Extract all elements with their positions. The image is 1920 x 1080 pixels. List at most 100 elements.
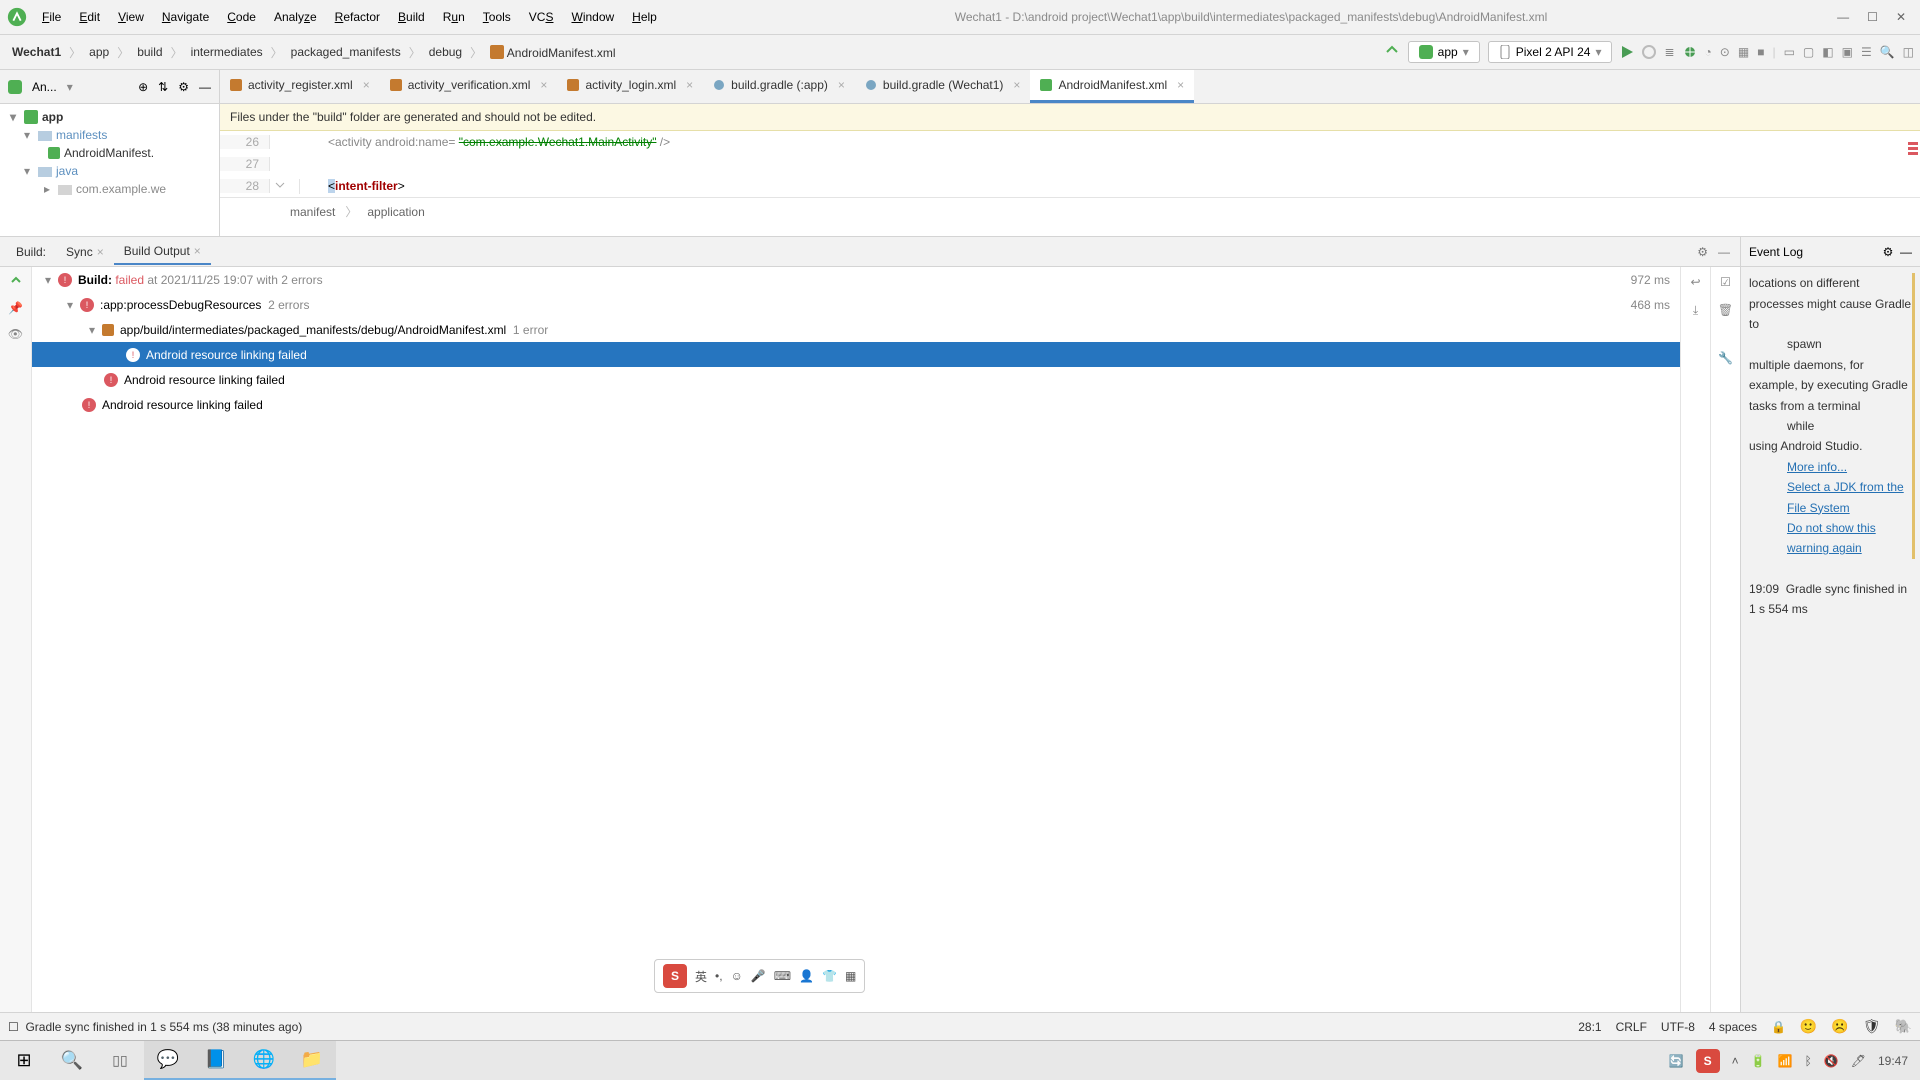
search-button[interactable]: 🔍 [48,1041,96,1080]
code-line-26[interactable]: <activity android:name= "com.example.Wec… [300,135,670,149]
eventlog-content[interactable]: locations on different processes might c… [1741,267,1920,1012]
crumb-debug[interactable]: debug [423,41,468,63]
feedback-sad-icon[interactable]: ☹️ [1831,1018,1848,1035]
tray-sogou-ime-icon[interactable]: S [1696,1049,1720,1073]
run-config-selector[interactable]: app ▾ [1408,41,1480,63]
tab-activity-verification[interactable]: activity_verification.xml× [380,70,558,103]
tray-clock[interactable]: 19:47 [1878,1054,1908,1068]
ime-person-icon[interactable]: 👤 [799,969,814,983]
tab-build-gradle-root[interactable]: build.gradle (Wechat1)× [855,70,1031,103]
tray-bluetooth-icon[interactable]: ᛒ [1805,1054,1812,1068]
search-everywhere-icon[interactable]: 🔍 [1880,45,1895,59]
more-run-icon[interactable]: ▦ [1738,45,1749,59]
tree-app[interactable]: app [42,110,63,124]
close-tab-icon[interactable]: × [1177,78,1184,92]
profile-icon[interactable]: ◔ [1705,45,1712,59]
device-file-icon[interactable]: ☰ [1861,45,1872,59]
soft-wrap-icon[interactable]: ↩ [1690,275,1700,289]
select-jdk-link[interactable]: Select a JDK from the File System [1787,480,1904,514]
build-output-tree[interactable]: ▾! Build: failed at 2021/11/25 19:07 wit… [32,267,1680,1012]
ime-emoji-icon[interactable]: ☺ [731,969,743,983]
ime-toolbox-icon[interactable]: ▦ [845,969,856,983]
close-tab-icon[interactable]: × [838,78,845,92]
project-view-selector[interactable]: An... [32,80,57,94]
menu-build[interactable]: Build [390,6,433,28]
ime-keyboard-icon[interactable]: ⌨ [774,969,791,983]
close-button[interactable]: ✕ [1896,10,1906,24]
error-stripe[interactable] [1906,140,1920,157]
feedback-happy-icon[interactable]: 🙂 [1800,1018,1817,1035]
fold-icon[interactable] [274,179,286,191]
taskbar-explorer[interactable]: 📁 [288,1041,336,1080]
layout-inspector-icon[interactable]: ▣ [1842,45,1853,59]
hide-icon[interactable]: — [199,80,211,94]
select-opened-icon[interactable]: ⊕ [138,80,148,94]
menu-file[interactable]: File [34,6,69,28]
tab-activity-register[interactable]: activity_register.xml× [220,70,380,103]
dont-show-link[interactable]: Do not show this warning again [1787,521,1876,555]
menu-window[interactable]: Window [563,6,622,28]
error-row-selected[interactable]: !Android resource linking failed [32,342,1680,367]
cursor-position[interactable]: 28:1 [1578,1020,1601,1034]
stop-button[interactable]: ■ [1757,45,1764,59]
sdk-manager-icon[interactable]: ▢ [1803,45,1814,59]
ime-lang-label[interactable]: 英 [695,968,707,985]
crumb-build[interactable]: build [131,41,168,63]
taskbar-word[interactable]: 📘 [192,1041,240,1080]
menu-tools[interactable]: Tools [475,6,519,28]
error-row[interactable]: !Android resource linking failed [32,392,1680,417]
taskbar-edge[interactable]: 🌐 [240,1041,288,1080]
tab-build-gradle-app[interactable]: build.gradle (:app)× [703,70,855,103]
coverage-icon[interactable]: ≣ [1664,45,1674,59]
more-info-link[interactable]: More info... [1787,460,1847,474]
close-tab-icon[interactable]: × [540,78,547,92]
toggle-view-icon[interactable]: 👁 [8,327,23,341]
code-line-28[interactable]: <intent-filter> [300,179,405,193]
crumb-packaged[interactable]: packaged_manifests [285,41,407,63]
expand-icon[interactable]: ⇅ [158,80,168,94]
eventlog-settings-icon[interactable]: ⚙ [1883,245,1894,259]
tree-java[interactable]: java [56,164,78,178]
crumb-intermediates[interactable]: intermediates [185,41,269,63]
menu-help[interactable]: Help [624,6,665,28]
attach-debugger-icon[interactable]: ⊙ [1720,45,1730,59]
menu-run[interactable]: Run [435,6,473,28]
tray-overflow-icon[interactable]: ˄ [1732,1054,1739,1068]
scroll-end-icon[interactable]: ⤓ [1693,303,1698,318]
task-view-button[interactable]: ▯▯ [96,1041,144,1080]
device-selector[interactable]: Pixel 2 API 24 ▾ [1488,41,1613,63]
tree-manifests[interactable]: manifests [56,128,107,142]
structure-crumb-application[interactable]: application [367,205,424,219]
close-tab-icon[interactable]: × [686,78,693,92]
crumb-file[interactable]: AndroidManifest.xml [484,41,621,64]
close-tab-icon[interactable]: × [1013,78,1020,92]
menu-vcs[interactable]: VCS [521,6,562,28]
avd-manager-icon[interactable]: ▭ [1784,45,1795,59]
menu-edit[interactable]: Edit [71,6,108,28]
menu-navigate[interactable]: Navigate [154,6,217,28]
minimize-button[interactable]: — [1837,10,1849,24]
ime-voice-icon[interactable]: 🎤 [751,969,766,983]
panel-hide-icon[interactable]: — [1718,245,1730,259]
menu-analyze[interactable]: Analyze [266,6,325,28]
apply-changes-icon[interactable] [1642,45,1656,59]
error-row[interactable]: !Android resource linking failed [32,367,1680,392]
readonly-lock-icon[interactable]: 🔒 [1771,1020,1786,1034]
panel-build-output-tab[interactable]: Build Output× [114,239,211,265]
debug-button[interactable] [1683,45,1697,59]
panel-sync-tab[interactable]: Sync× [56,240,114,264]
resource-manager-icon[interactable]: ◧ [1822,45,1833,59]
pin-icon[interactable]: 📌 [8,301,23,315]
line-separator[interactable]: CRLF [1616,1020,1647,1034]
tray-sync-icon[interactable]: 🔄 [1669,1054,1684,1068]
tray-wifi-icon[interactable]: 📶 [1778,1054,1793,1068]
settings-icon[interactable]: ⚙ [178,80,189,94]
project-tree[interactable]: ▾app ▾manifests AndroidManifest. ▾java ▸… [0,104,220,236]
menu-refactor[interactable]: Refactor [327,6,388,28]
tab-activity-login[interactable]: activity_login.xml× [557,70,703,103]
structure-crumb-manifest[interactable]: manifest [290,205,335,219]
close-tab-icon[interactable]: × [363,78,370,92]
crumb-project[interactable]: Wechat1 [6,41,67,63]
tree-package[interactable]: com.example.we [76,182,166,196]
taskbar-wechat[interactable]: 💬 [144,1041,192,1080]
